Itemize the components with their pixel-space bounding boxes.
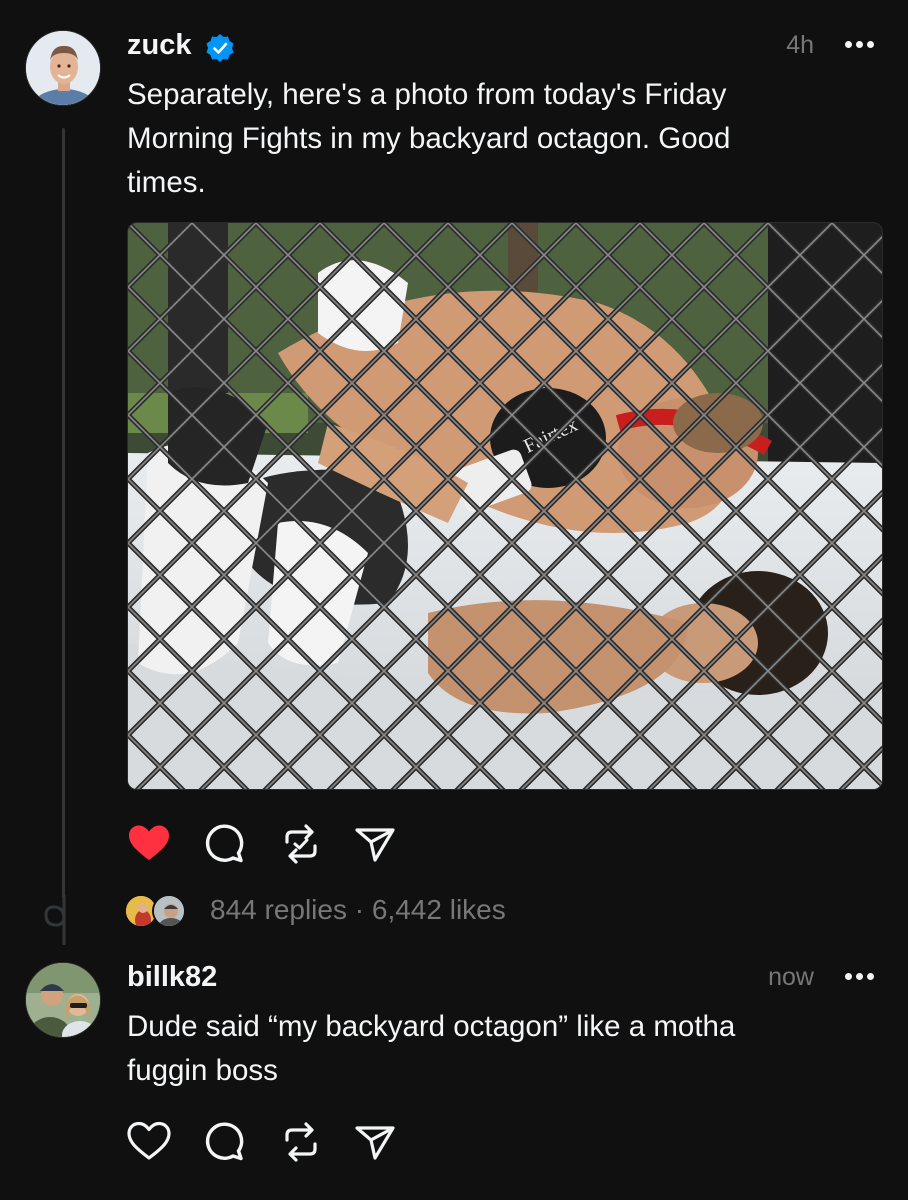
- post-stats: 844 replies · 6,442 likes: [210, 894, 506, 926]
- speech-bubble-icon[interactable]: [203, 1120, 247, 1164]
- post-text-line: times.: [127, 166, 206, 199]
- verified-badge-icon: [206, 34, 234, 62]
- send-icon[interactable]: [353, 1120, 397, 1164]
- thread-connector-line: [62, 128, 65, 898]
- reply-timestamp: now: [768, 963, 814, 991]
- post-text-line: Separately, here's a photo from today's …: [127, 78, 727, 111]
- post-photo-image: Fairtex: [128, 223, 882, 789]
- likes-count[interactable]: 6,442 likes: [372, 894, 506, 925]
- reply-text: Dude said “my backyard octagon” like a m…: [127, 1005, 847, 1093]
- post-text-line: Morning Fights in my backyard octagon. G…: [127, 122, 731, 155]
- post-photo[interactable]: Fairtex: [127, 222, 883, 790]
- reply-text-line: Dude said “my backyard octagon” like a m…: [127, 1010, 736, 1043]
- author-avatar[interactable]: [25, 30, 101, 106]
- repost-icon[interactable]: [279, 822, 323, 866]
- author-username[interactable]: zuck: [127, 29, 191, 62]
- replier-avatars: [124, 894, 190, 930]
- heart-icon[interactable]: [127, 1120, 171, 1164]
- post-actions: [127, 822, 407, 866]
- reply-text-line: fuggin boss: [127, 1054, 278, 1087]
- avatar-image: [26, 31, 100, 105]
- post-text: Separately, here's a photo from today's …: [127, 73, 827, 205]
- reply-username[interactable]: billk82: [127, 961, 217, 994]
- send-icon[interactable]: [353, 822, 397, 866]
- avatar-image: [26, 963, 100, 1037]
- replier-avatar: [152, 894, 186, 928]
- more-options-icon[interactable]: [845, 973, 875, 981]
- speech-bubble-icon[interactable]: [203, 822, 247, 866]
- repost-icon[interactable]: [279, 1120, 323, 1164]
- stats-separator: ·: [354, 894, 365, 925]
- reply-actions: [127, 1120, 407, 1164]
- post-timestamp: 4h: [786, 31, 814, 59]
- more-options-icon[interactable]: [845, 41, 875, 49]
- reply-author-avatar[interactable]: [25, 962, 101, 1038]
- heart-icon[interactable]: [127, 822, 171, 866]
- replies-count[interactable]: 844 replies: [210, 894, 347, 925]
- thread-loop-icon: [44, 895, 66, 945]
